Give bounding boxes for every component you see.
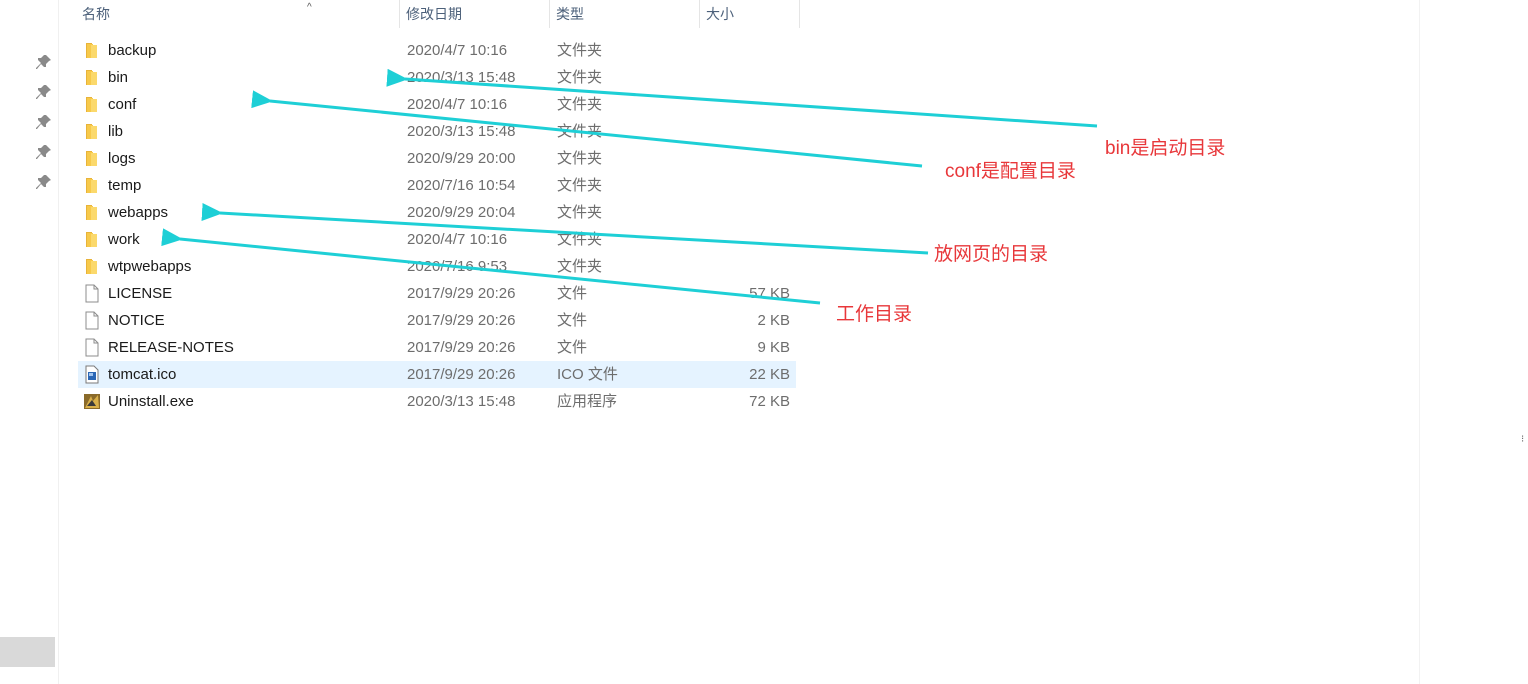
file-name: LICENSE xyxy=(108,285,173,302)
file-icon xyxy=(85,338,99,357)
pin-icon[interactable] xyxy=(36,84,52,100)
ico-file-icon xyxy=(85,365,99,384)
file-type: ICO 文件 xyxy=(557,366,618,383)
folder-icon xyxy=(86,151,97,166)
file-size: 72 KB xyxy=(749,393,790,410)
file-name: lib xyxy=(108,123,124,140)
file-row-backup[interactable]: backup 2020/4/7 10:16 文件夹 xyxy=(78,37,796,64)
folder-icon xyxy=(86,178,97,193)
file-type: 文件夹 xyxy=(557,258,603,275)
file-type: 文件夹 xyxy=(557,69,603,86)
pin-icon[interactable] xyxy=(36,54,52,70)
file-row-bin[interactable]: bin 2020/3/13 15:48 文件夹 xyxy=(78,64,796,91)
file-row-release-notes[interactable]: RELEASE-NOTES 2017/9/29 20:26 文件 9 KB xyxy=(78,334,796,361)
file-row-logs[interactable]: logs 2020/9/29 20:00 文件夹 xyxy=(78,145,796,172)
file-row-license[interactable]: LICENSE 2017/9/29 20:26 文件 57 KB xyxy=(78,280,796,307)
file-row-tomcat-ico[interactable]: tomcat.ico 2017/9/29 20:26 ICO 文件 22 KB xyxy=(78,361,796,388)
pane-scrollbar-thumb[interactable] xyxy=(0,637,55,667)
file-date: 2017/9/29 20:26 xyxy=(407,366,516,383)
file-type: 文件夹 xyxy=(557,42,603,59)
file-type: 文件 xyxy=(557,339,588,356)
file-name: logs xyxy=(108,150,136,167)
column-header-size-label: 大小 xyxy=(706,6,734,22)
file-date: 2020/7/16 10:54 xyxy=(407,177,516,194)
file-size: 22 KB xyxy=(749,366,790,383)
file-date: 2017/9/29 20:26 xyxy=(407,339,516,356)
file-row-lib[interactable]: lib 2020/3/13 15:48 文件夹 xyxy=(78,118,796,145)
file-row-conf[interactable]: conf 2020/4/7 10:16 文件夹 xyxy=(78,91,796,118)
file-name: wtpwebapps xyxy=(108,258,192,275)
scroll-edge-marker: ⁝ xyxy=(1521,434,1525,445)
file-date: 2020/7/16 9:53 xyxy=(407,258,508,275)
file-size: 9 KB xyxy=(757,339,790,356)
file-type: 文件夹 xyxy=(557,96,603,113)
folder-icon xyxy=(86,43,97,58)
file-type: 文件夹 xyxy=(557,177,603,194)
column-header-type[interactable]: 类型 xyxy=(550,0,700,28)
annotation-conf: conf是配置目录 xyxy=(945,161,1076,182)
file-row-uninstall-exe[interactable]: Uninstall.exe 2020/3/13 15:48 应用程序 72 KB xyxy=(78,388,796,415)
pin-icon[interactable] xyxy=(36,114,52,130)
file-name: conf xyxy=(108,96,137,113)
file-name: RELEASE-NOTES xyxy=(108,339,234,356)
file-name: tomcat.ico xyxy=(108,366,177,383)
file-list: backup 2020/4/7 10:16 文件夹 bin 2020/3/13 … xyxy=(78,37,796,415)
folder-icon xyxy=(86,70,97,85)
annotation-work: 工作目录 xyxy=(836,304,913,325)
file-date: 2017/9/29 20:26 xyxy=(407,312,516,329)
file-type: 文件夹 xyxy=(557,204,603,221)
file-date: 2020/3/13 15:48 xyxy=(407,123,516,140)
file-date: 2020/9/29 20:04 xyxy=(407,204,516,221)
annotation-bin: bin是启动目录 xyxy=(1105,138,1226,159)
file-name: bin xyxy=(108,69,129,86)
file-size: 57 KB xyxy=(749,285,790,302)
file-date: 2020/4/7 10:16 xyxy=(407,42,508,59)
file-date: 2020/4/7 10:16 xyxy=(407,96,508,113)
file-date: 2020/4/7 10:16 xyxy=(407,231,508,248)
column-header-date-label: 修改日期 xyxy=(406,6,462,22)
annotation-webapps: 放网页的目录 xyxy=(934,244,1049,265)
pin-icon[interactable] xyxy=(36,144,52,160)
pin-icon[interactable] xyxy=(36,174,52,190)
column-header-type-label: 类型 xyxy=(556,6,584,22)
file-type: 文件夹 xyxy=(557,231,603,248)
file-type: 文件夹 xyxy=(557,123,603,140)
folder-icon xyxy=(86,259,97,274)
folder-icon xyxy=(86,124,97,139)
file-name: temp xyxy=(108,177,142,194)
file-type: 文件 xyxy=(557,285,588,302)
file-row-wtpwebapps[interactable]: wtpwebapps 2020/7/16 9:53 文件夹 xyxy=(78,253,796,280)
file-date: 2020/3/13 15:48 xyxy=(407,393,516,410)
file-row-webapps[interactable]: webapps 2020/9/29 20:04 文件夹 xyxy=(78,199,796,226)
exe-icon xyxy=(84,394,100,409)
file-row-temp[interactable]: temp 2020/7/16 10:54 文件夹 xyxy=(78,172,796,199)
file-date: 2017/9/29 20:26 xyxy=(407,285,516,302)
pane-divider xyxy=(1419,0,1420,684)
file-type: 文件夹 xyxy=(557,150,603,167)
file-icon xyxy=(85,284,99,303)
file-icon xyxy=(85,311,99,330)
folder-icon xyxy=(86,205,97,220)
file-size: 2 KB xyxy=(757,312,790,329)
quick-access-pane xyxy=(0,0,59,684)
file-name: Uninstall.exe xyxy=(108,393,194,410)
file-name: backup xyxy=(108,42,157,59)
file-date: 2020/3/13 15:48 xyxy=(407,69,516,86)
file-row-notice[interactable]: NOTICE 2017/9/29 20:26 文件 2 KB xyxy=(78,307,796,334)
folder-icon xyxy=(86,97,97,112)
file-type: 文件 xyxy=(557,312,588,329)
file-row-work[interactable]: work 2020/4/7 10:16 文件夹 xyxy=(78,226,796,253)
file-type: 应用程序 xyxy=(557,393,618,410)
file-name: webapps xyxy=(108,204,169,221)
file-name: NOTICE xyxy=(108,312,165,329)
column-header-size[interactable]: 大小 xyxy=(700,0,800,28)
sort-ascending-icon: ^ xyxy=(307,2,312,13)
column-header-date[interactable]: 修改日期 xyxy=(400,0,550,28)
folder-icon xyxy=(86,232,97,247)
column-header-name-label: 名称 xyxy=(82,6,110,22)
column-header-name[interactable]: 名称 ^ xyxy=(76,0,400,28)
file-date: 2020/9/29 20:00 xyxy=(407,150,516,167)
file-name: work xyxy=(108,231,140,248)
